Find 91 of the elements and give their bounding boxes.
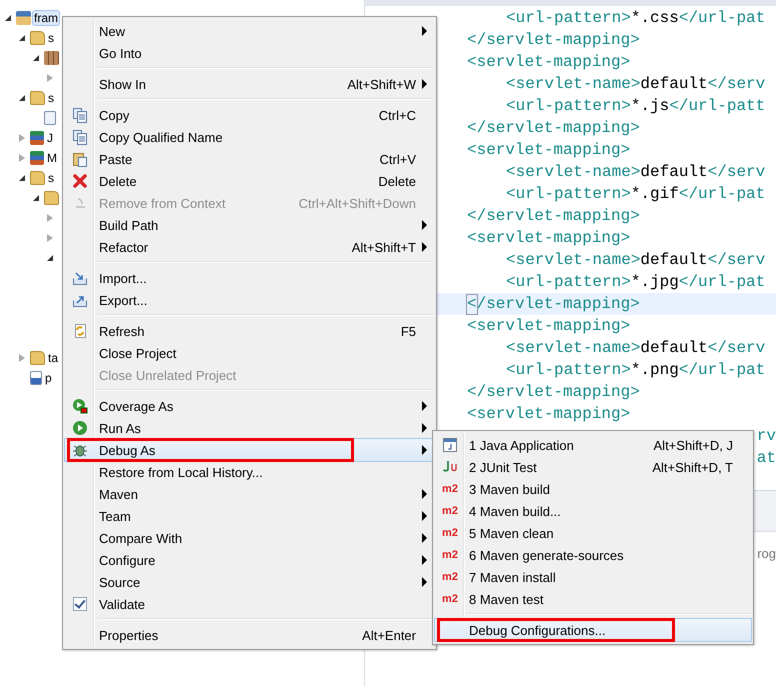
tree-item[interactable]: s (47, 91, 55, 105)
menu-item[interactable]: Export... (65, 289, 434, 311)
code-line: <url-pattern>*.png</url-pat (506, 360, 766, 381)
tree-item[interactable]: J (46, 131, 54, 145)
menu-item[interactable]: Coverage As (65, 395, 434, 417)
menu-item[interactable]: m2 5 Maven clean (435, 522, 751, 544)
menu-item[interactable]: Restore from Local History... (65, 461, 434, 483)
code-line: </servlet-mapping> (467, 206, 640, 227)
menu-item[interactable]: Copy Ctrl+C (65, 104, 434, 126)
menu-item[interactable]: m2 7 Maven install (435, 566, 751, 588)
menu-item[interactable]: Copy Qualified Name (65, 126, 434, 148)
code-line: <servlet-mapping> (467, 52, 630, 73)
menu-item[interactable]: m2 6 Maven generate-sources (435, 544, 751, 566)
menu-item[interactable]: Maven (65, 483, 434, 505)
maven-icon: m2 (442, 571, 458, 583)
copy-icon (72, 107, 88, 123)
menu-item[interactable]: Compare With (65, 527, 434, 549)
maven-icon: m2 (442, 505, 458, 517)
folder-icon (44, 191, 59, 205)
menu-item[interactable]: Debug Configurations... (435, 619, 751, 641)
menu-item[interactable]: Paste Ctrl+V (65, 148, 434, 170)
menu-item[interactable]: Team (65, 505, 434, 527)
code-line: <servlet-name>default</serv (506, 250, 766, 271)
tree-item[interactable]: ta (47, 351, 60, 365)
tree-item[interactable]: p (44, 371, 53, 385)
library-icon (30, 131, 44, 145)
menu-item[interactable]: Import... (65, 267, 434, 289)
source-folder-icon (30, 91, 45, 105)
tree-item[interactable]: s (47, 31, 55, 45)
code-line: <url-pattern>*.js</url-patt (506, 96, 766, 117)
menu-item[interactable]: m2 4 Maven build... (435, 500, 751, 522)
window-icon (442, 437, 458, 453)
tree-item[interactable]: s (47, 171, 55, 185)
menu-item[interactable]: Refactor Alt+Shift+T (65, 236, 434, 258)
run-icon (72, 420, 88, 436)
maven-icon: m2 (442, 527, 458, 539)
menu-item[interactable]: Validate (65, 593, 434, 615)
library-icon (30, 151, 44, 165)
code-line: <servlet-name>default</serv (506, 338, 766, 359)
menu-item[interactable]: Source (65, 571, 434, 593)
tree-item[interactable]: M (46, 151, 58, 165)
menu-item[interactable]: 2 JUnit Test Alt+Shift+D, T (435, 456, 751, 478)
menu-item[interactable]: m2 3 Maven build (435, 478, 751, 500)
delete-icon (72, 173, 88, 189)
clipboard-icon (72, 151, 88, 167)
menu-item[interactable]: Refresh F5 (65, 320, 434, 342)
tree-item[interactable]: fram (33, 11, 59, 25)
menu-item[interactable]: 1 Java Application Alt+Shift+D, J (435, 434, 751, 456)
source-folder-icon (30, 31, 45, 45)
code-line: <url-pattern>*.gif</url-pat (506, 184, 766, 205)
panel-text: rog (757, 546, 776, 561)
code-line: <servlet-mapping> (467, 228, 630, 249)
maven-icon: m2 (442, 483, 458, 495)
menu-item[interactable]: Configure (65, 549, 434, 571)
folder-icon (30, 351, 45, 365)
copy-icon (72, 129, 88, 145)
code-line: </servlet-mapping> (467, 382, 640, 403)
menu-item[interactable]: m2 8 Maven test (435, 588, 751, 610)
menu-item[interactable]: Go Into (65, 42, 434, 64)
menu-item[interactable]: Close Project (65, 342, 434, 364)
menu-item[interactable]: Build Path (65, 214, 434, 236)
code-line: <servlet-mapping> (467, 316, 630, 337)
code-line: at (756, 448, 776, 469)
menu-item[interactable]: Debug As (65, 439, 434, 461)
maven-icon: m2 (442, 549, 458, 561)
code-line: </servlet-mapping> (467, 30, 640, 51)
code-line: rv (756, 426, 776, 447)
menu-item[interactable]: Run As (65, 417, 434, 439)
code-line: <servlet-mapping> (467, 140, 630, 161)
xml-file-icon (44, 111, 56, 125)
import-icon (72, 270, 88, 286)
code-line: <url-pattern>*.css</url-pat (506, 8, 766, 29)
menu-item[interactable]: Show In Alt+Shift+W (65, 73, 434, 95)
maven-icon: m2 (442, 593, 458, 605)
maven-file-icon (30, 371, 42, 385)
code-line: <url-pattern>*.jpg</url-pat (506, 272, 766, 293)
checkbox[interactable] (73, 597, 87, 611)
code-line: <servlet-name>default</serv (506, 74, 766, 95)
expanded-triangle-icon[interactable] (47, 255, 53, 261)
junit-icon (442, 460, 458, 474)
code-line: <servlet-mapping> (467, 404, 630, 425)
project-icon (16, 11, 31, 25)
code-line: </servlet-mapping> (467, 118, 640, 139)
menu-item[interactable]: Properties Alt+Enter (65, 624, 434, 646)
package-icon (44, 51, 59, 65)
run-coverage-icon (72, 398, 88, 414)
code-line: <servlet-name>default</serv (506, 162, 766, 183)
menu-item[interactable]: New (65, 20, 434, 42)
folder-icon (30, 171, 45, 185)
refresh-icon (72, 323, 88, 339)
menu-item[interactable]: Delete Delete (65, 170, 434, 192)
